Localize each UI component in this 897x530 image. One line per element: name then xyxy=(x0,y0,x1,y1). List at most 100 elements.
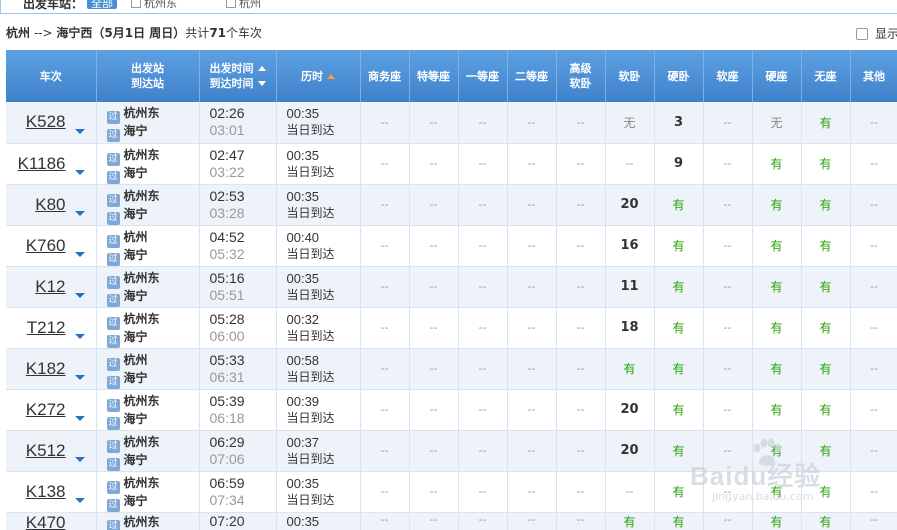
expand-arrow-icon[interactable] xyxy=(74,128,85,134)
seat-availability: -- xyxy=(527,157,536,170)
show-option[interactable]: 显示 xyxy=(856,25,897,42)
seat-availability: -- xyxy=(576,157,585,170)
seat-hard-seat-cell: 有 xyxy=(752,471,802,513)
departure-station: 杭州东 xyxy=(123,514,160,529)
seat-availability: -- xyxy=(429,280,438,293)
arrival-note: 当日到达 xyxy=(286,451,335,466)
sort-up-icon[interactable] xyxy=(327,73,335,79)
expand-arrow-icon[interactable] xyxy=(74,292,85,298)
arrival-time: 07:34 xyxy=(209,491,245,508)
checkbox-icon[interactable] xyxy=(131,0,141,8)
seat-availability: -- xyxy=(723,115,732,129)
expand-arrow-icon[interactable] xyxy=(74,251,85,257)
checkbox-icon[interactable] xyxy=(226,0,236,8)
table-row[interactable]: K182 过杭州过海宁 05:33 06:31 00:58 当日到达 -- -- -- -- -- 有… xyxy=(6,348,897,390)
seat-availability: 有 xyxy=(819,157,832,171)
train-number-link[interactable]: K182 xyxy=(26,359,66,378)
filter-option-hangzhoudong[interactable]: 杭州东 xyxy=(131,0,177,11)
seat-availability: -- xyxy=(429,321,438,334)
table-row[interactable]: K470 过杭州东过海宁 07:20 00:35 -- -- -- -- -- 有 有 -- 有 有 -- xyxy=(6,512,897,530)
seat-availability: 有 xyxy=(672,444,685,458)
checkbox-icon[interactable] xyxy=(856,28,868,40)
header-time-dep: 出发时间 xyxy=(209,62,254,75)
duration-cell: 00:35 当日到达 xyxy=(276,102,361,144)
train-number-link[interactable]: K470 xyxy=(26,513,66,530)
seat-availability: 20 xyxy=(620,197,639,212)
seat-first-cell: -- xyxy=(458,471,508,513)
seat-high-soft-sleeper-cell: -- xyxy=(556,102,606,144)
seat-availability: -- xyxy=(527,239,536,252)
seat-hard-seat-cell: 有 xyxy=(752,430,802,472)
expand-arrow-icon[interactable] xyxy=(74,374,85,380)
seat-first-cell: -- xyxy=(458,348,508,390)
seat-soft-seat-cell: -- xyxy=(703,307,753,349)
seat-first-cell: -- xyxy=(458,102,508,144)
train-number-link[interactable]: K138 xyxy=(26,482,66,501)
seat-availability: -- xyxy=(478,280,487,293)
seat-availability: -- xyxy=(723,280,732,293)
table-row[interactable]: K1186 过杭州东过海宁 02:47 03:22 00:35 当日到达 -- -- -- -- -… xyxy=(6,143,897,185)
departure-station: 杭州东 xyxy=(123,393,160,408)
seat-availability: -- xyxy=(576,239,585,252)
table-row[interactable]: K138 过杭州东过海宁 06:59 07:34 00:35 当日到达 -- -- -- -- --… xyxy=(6,471,897,513)
table-row[interactable]: K80 过杭州东过海宁 02:53 03:28 00:35 当日到达 -- -- -- -- -- 2… xyxy=(6,184,897,226)
seat-availability: -- xyxy=(527,403,536,416)
expand-arrow-icon[interactable] xyxy=(74,415,85,421)
header-train: 车次 xyxy=(6,50,97,102)
expand-arrow-icon[interactable] xyxy=(74,333,85,339)
pass-station-icon: 过 xyxy=(106,375,120,389)
table-row[interactable]: K528 过杭州东过海宁 02:26 03:01 00:35 当日到达 -- -- -- -- --… xyxy=(6,102,897,144)
expand-arrow-icon[interactable] xyxy=(74,497,85,503)
arrival-station: 海宁 xyxy=(123,247,148,262)
departure-time: 05:33 xyxy=(209,351,245,368)
filter-all-badge[interactable]: 全部 xyxy=(87,0,117,10)
filter-option-hangzhou[interactable]: 杭州 xyxy=(226,0,261,11)
sort-up-icon[interactable] xyxy=(257,66,266,71)
header-seat-high-soft-sleeper: 高级 软卧 xyxy=(556,50,606,102)
seat-availability: 9 xyxy=(673,156,684,171)
seat-availability: -- xyxy=(723,157,732,170)
seat-availability: 有 xyxy=(672,485,685,499)
train-number-link[interactable]: K1186 xyxy=(18,154,66,173)
departure-station: 杭州东 xyxy=(123,147,160,162)
seat-availability: -- xyxy=(870,512,878,526)
seat-standing-cell: 有 xyxy=(801,266,851,308)
train-number-link[interactable]: K760 xyxy=(26,236,66,255)
seat-availability: 有 xyxy=(672,198,685,212)
station-cell: 过杭州东过海宁 xyxy=(96,471,200,513)
table-row[interactable]: K512 过杭州东过海宁 06:29 07:06 00:37 当日到达 -- -- -- -- --… xyxy=(6,430,897,472)
seat-availability: 有 xyxy=(623,514,636,529)
train-number-link[interactable]: K12 xyxy=(35,277,65,296)
seat-availability: -- xyxy=(429,115,438,129)
header-times[interactable]: 出发时间 到达时间 xyxy=(199,50,277,102)
duration: 00:40 xyxy=(286,229,320,245)
train-number-link[interactable]: K80 xyxy=(35,195,65,214)
seat-special-cell: -- xyxy=(409,225,459,267)
departure-station: 杭州 xyxy=(123,352,148,367)
train-cell: K528 xyxy=(6,102,97,144)
seat-special-cell: -- xyxy=(409,389,459,431)
table-row[interactable]: K760 过杭州过海宁 04:52 05:32 00:40 当日到达 -- -- -- -- -- 1… xyxy=(6,225,897,267)
table-row[interactable]: T212 过杭州东过海宁 05:28 06:00 00:32 当日到达 -- -- -- -- --… xyxy=(6,307,897,349)
duration-cell: 00:32 当日到达 xyxy=(276,307,361,349)
expand-arrow-icon[interactable] xyxy=(74,210,85,216)
seat-hard-seat-cell: 有 xyxy=(752,348,802,390)
sort-down-icon[interactable] xyxy=(257,81,266,86)
departure-time: 06:59 xyxy=(209,474,245,491)
train-number-link[interactable]: K528 xyxy=(26,112,66,131)
seat-hard-sleeper-cell: 3 xyxy=(654,102,704,144)
seat-first-cell: -- xyxy=(458,430,508,472)
seat-special-cell: -- xyxy=(409,430,459,472)
seat-business-cell: -- xyxy=(360,389,410,431)
train-number-link[interactable]: T212 xyxy=(27,318,66,337)
table-row[interactable]: K12 过杭州东过海宁 05:16 05:51 00:35 当日到达 -- -- -- -- -- 1… xyxy=(6,266,897,308)
header-duration[interactable]: 历时 xyxy=(276,50,361,102)
header-seat-soft-sleeper: 软卧 xyxy=(605,50,655,102)
expand-arrow-icon[interactable] xyxy=(74,169,85,175)
expand-arrow-icon[interactable] xyxy=(74,456,85,462)
arrival-station: 海宁 xyxy=(123,165,148,180)
table-row[interactable]: K272 过杭州东过海宁 05:39 06:18 00:39 当日到达 -- -- -- -- --… xyxy=(6,389,897,431)
arrival-time: 06:00 xyxy=(209,327,245,344)
train-number-link[interactable]: K512 xyxy=(26,441,66,460)
train-number-link[interactable]: K272 xyxy=(26,400,66,419)
